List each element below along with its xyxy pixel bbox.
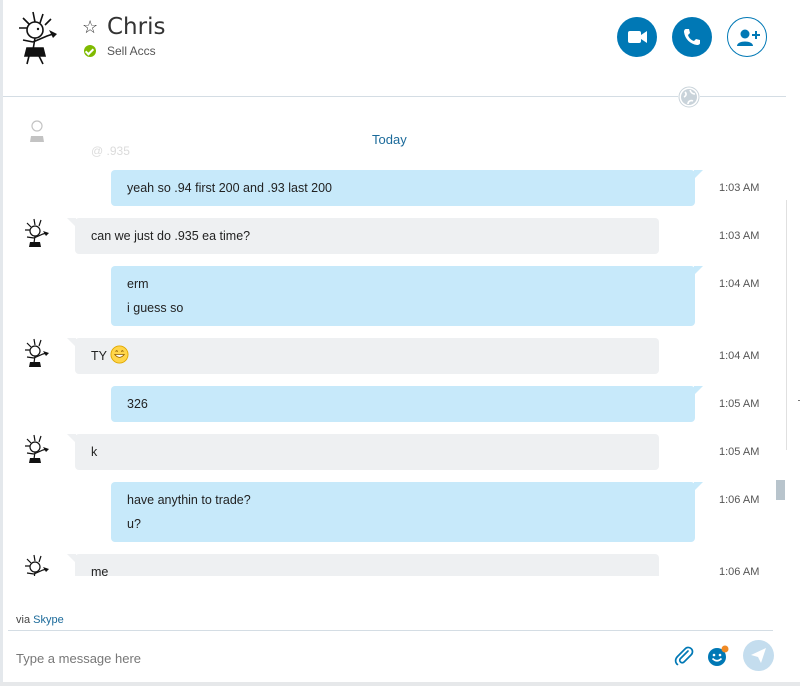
message-text: TY (91, 349, 107, 363)
audio-call-button[interactable] (672, 17, 712, 57)
message-text: erm (127, 277, 149, 291)
via-skype-label: via Skype (16, 614, 64, 626)
message-timestamp: 1:04 AM (719, 350, 760, 362)
contact-avatar (25, 338, 49, 367)
message-history[interactable]: @ .935 Today yeah so .94 first 200 and .… (3, 98, 773, 576)
message-timestamp: 1:03 AM (719, 182, 760, 194)
message-text: k (91, 445, 98, 459)
incoming-message[interactable]: k (67, 434, 659, 470)
video-call-icon (628, 31, 647, 43)
send-icon (751, 648, 766, 663)
conversation-header: ☆ Chris Sell Accs (3, 0, 786, 97)
incoming-message[interactable]: me (67, 554, 659, 576)
emoticon-icon[interactable] (706, 644, 730, 668)
message-input[interactable] (16, 648, 656, 668)
faded-message-text: @ .935 (91, 144, 130, 158)
grinning-emoji-icon (110, 345, 129, 364)
chat-window: ☆ Chris Sell Accs @ .935 Today yeah so .… (0, 0, 800, 686)
message-timestamp: 1:05 AM (719, 398, 760, 410)
via-prefix: via (16, 614, 31, 626)
video-call-button[interactable] (617, 17, 657, 57)
contact-name[interactable]: Chris (107, 14, 165, 40)
faded-previous-message: @ .935 (30, 110, 665, 158)
favorite-star-icon[interactable]: ☆ (82, 17, 98, 37)
outgoing-message[interactable]: yeah so .94 first 200 and .93 last 200 (111, 170, 703, 206)
mood-message: Sell Accs (107, 44, 156, 58)
message-timestamp: 1:04 AM (719, 278, 760, 290)
contact-avatar (25, 218, 49, 247)
message-text: me (91, 565, 109, 576)
message-text: have anythin to trade? (127, 493, 251, 507)
date-divider: Today (372, 132, 407, 147)
message-timestamp: 1:05 AM (719, 446, 760, 458)
contact-avatar (25, 434, 49, 463)
right-side-panel-edge (786, 200, 800, 450)
contact-avatar[interactable] (13, 10, 63, 66)
message-timestamp: 1:06 AM (719, 566, 760, 576)
message-text: yeah so .94 first 200 and .93 last 200 (127, 181, 332, 195)
chat-scrollbar-thumb[interactable] (776, 480, 785, 500)
skype-link[interactable]: Skype (33, 614, 64, 626)
message-timestamp: 1:03 AM (719, 230, 760, 242)
phone-icon (684, 29, 700, 45)
contact-avatar (25, 554, 49, 576)
online-status-icon (84, 45, 96, 57)
message-text: u? (127, 517, 141, 531)
incoming-message[interactable]: TY (67, 338, 659, 374)
send-button[interactable] (743, 640, 774, 671)
composer-divider (8, 630, 773, 631)
add-contact-icon (737, 29, 760, 46)
paperclip-icon[interactable] (672, 644, 696, 668)
contact-avatar (30, 120, 44, 142)
outgoing-message[interactable]: 326 (111, 386, 703, 422)
bottom-border (0, 682, 800, 686)
outgoing-message[interactable]: erm i guess so (111, 266, 703, 326)
outgoing-message[interactable]: have anythin to trade? u? (111, 482, 703, 542)
message-text: can we just do .935 ea time? (91, 229, 251, 243)
add-people-button[interactable] (727, 17, 767, 57)
message-text: 326 (127, 397, 148, 411)
message-timestamp: 1:06 AM (719, 494, 760, 506)
incoming-message[interactable]: can we just do .935 ea time? (67, 218, 659, 254)
message-text: i guess so (127, 301, 184, 315)
